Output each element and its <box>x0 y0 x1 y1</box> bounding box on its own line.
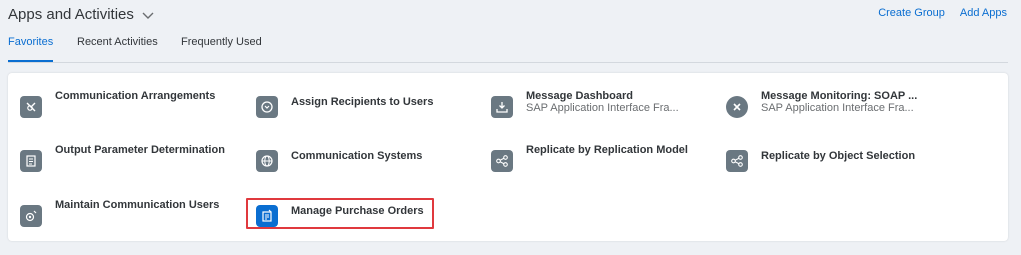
user-communication-icon <box>20 205 42 227</box>
tab-recent-activities[interactable]: Recent Activities <box>77 36 158 60</box>
create-group-link[interactable]: Create Group <box>878 7 945 19</box>
tile-subtitle: SAP Application Interface Fra... <box>526 102 679 114</box>
tile-title: Maintain Communication Users <box>55 199 220 211</box>
section-title-label: Apps and Activities <box>8 6 134 23</box>
favorites-panel: Communication Arrangements Assign Recipi… <box>8 73 1008 241</box>
section-header: Apps and Activities Create Group Add App… <box>0 0 1021 30</box>
tile-communication-systems[interactable]: Communication Systems <box>256 144 481 180</box>
tile-assign-recipients[interactable]: Assign Recipients to Users <box>256 90 481 126</box>
tile-message-monitoring-soap[interactable]: Message Monitoring: SOAP ... SAP Applica… <box>726 90 956 126</box>
tile-title: Message Monitoring: SOAP ... <box>761 90 918 102</box>
tile-replicate-by-replication-model[interactable]: Replicate by Replication Model <box>491 144 716 180</box>
tile-title: Replicate by Object Selection <box>761 150 916 162</box>
tile-title: Message Dashboard <box>526 90 633 102</box>
tile-output-parameter-determination[interactable]: Output Parameter Determination <box>20 144 245 180</box>
tile-title: Output Parameter Determination <box>55 144 225 156</box>
error-x-icon <box>726 96 748 118</box>
tile-subtitle: SAP Application Interface Fra... <box>761 102 914 114</box>
add-apps-link[interactable]: Add Apps <box>960 7 1007 19</box>
communication-arrangements-icon <box>20 96 42 118</box>
tab-frequently-used[interactable]: Frequently Used <box>181 36 262 60</box>
tile-communication-arrangements[interactable]: Communication Arrangements <box>20 90 245 126</box>
tile-replicate-by-object-selection[interactable]: Replicate by Object Selection <box>726 144 956 180</box>
tile-title: Replicate by Replication Model <box>526 144 688 156</box>
highlight-box <box>246 198 434 229</box>
share-icon <box>726 150 748 172</box>
tile-maintain-communication-users[interactable]: Maintain Communication Users <box>20 199 245 235</box>
section-title-button[interactable]: Apps and Activities <box>8 6 154 24</box>
message-dashboard-icon <box>491 96 513 118</box>
assign-recipients-icon <box>256 96 278 118</box>
tile-title: Communication Systems <box>291 150 423 162</box>
tile-title: Communication Arrangements <box>55 90 216 102</box>
share-icon <box>491 150 513 172</box>
tab-bar: Favorites Recent Activities Frequently U… <box>8 36 1008 63</box>
chevron-down-icon <box>142 7 154 24</box>
tile-title: Assign Recipients to Users <box>291 96 434 108</box>
tab-favorites[interactable]: Favorites <box>8 36 54 62</box>
tile-message-dashboard[interactable]: Message Dashboard SAP Application Interf… <box>491 90 716 126</box>
globe-icon <box>256 150 278 172</box>
output-parameter-icon <box>20 150 42 172</box>
